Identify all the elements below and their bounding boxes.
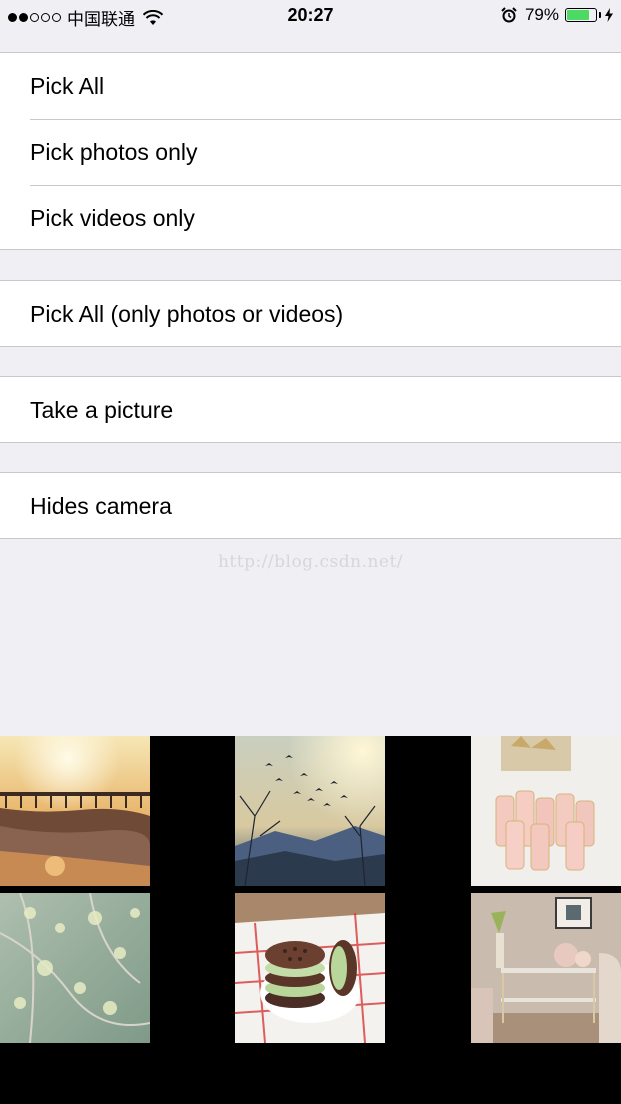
pick-all-row[interactable]: Pick All	[0, 53, 621, 119]
alarm-clock-icon	[501, 7, 517, 23]
status-bar: 中国联通 20:27 79%	[0, 0, 621, 32]
pick-exclusive-group: Pick All (only photos or videos)	[0, 280, 621, 347]
pick-videos-only-label: Pick videos only	[30, 204, 195, 231]
champagne-glasses-image	[471, 736, 621, 886]
take-picture-row[interactable]: Take a picture	[0, 377, 621, 443]
pick-all-label: Pick All	[30, 72, 105, 99]
pick-all-exclusive-label: Pick All (only photos or videos)	[30, 300, 344, 327]
ice-cream-sandwich-image	[235, 893, 385, 1043]
photo-grid	[0, 736, 621, 1104]
pick-all-exclusive-row[interactable]: Pick All (only photos or videos)	[0, 281, 621, 347]
charging-bolt-icon	[605, 8, 613, 22]
blossom-branches-image	[0, 893, 150, 1043]
photo-thumbnail-living-room[interactable]	[471, 893, 621, 1043]
battery-icon	[565, 8, 597, 22]
pick-photos-only-label: Pick photos only	[30, 138, 198, 165]
hides-camera-label: Hides camera	[30, 492, 172, 519]
photo-thumbnail-birds-sky[interactable]	[235, 736, 385, 886]
photo-thumbnail-ice-cream-sandwich[interactable]	[235, 893, 385, 1043]
sunset-pier-image	[0, 736, 150, 886]
battery-fill	[567, 10, 590, 20]
photo-thumbnail-sunset-pier[interactable]	[0, 736, 150, 886]
photo-thumbnail-blossom-branches[interactable]	[0, 893, 150, 1043]
hides-camera-row[interactable]: Hides camera	[0, 473, 621, 539]
pick-photos-only-row[interactable]: Pick photos only	[0, 119, 621, 185]
photo-thumbnail-champagne-glasses[interactable]	[471, 736, 621, 886]
take-picture-label: Take a picture	[30, 396, 174, 423]
battery-percent: 79%	[524, 5, 559, 24]
birds-sky-image	[235, 736, 385, 886]
watermark-text: http://blog.csdn.net/	[217, 552, 404, 572]
hides-camera-group: Hides camera	[0, 472, 621, 539]
status-right: 79%	[501, 5, 613, 25]
take-picture-group: Take a picture	[0, 376, 621, 443]
pick-options-group: Pick All Pick photos only Pick videos on…	[0, 52, 621, 250]
living-room-image	[471, 893, 621, 1043]
battery-cap	[599, 12, 601, 18]
pick-videos-only-row[interactable]: Pick videos only	[0, 185, 621, 251]
